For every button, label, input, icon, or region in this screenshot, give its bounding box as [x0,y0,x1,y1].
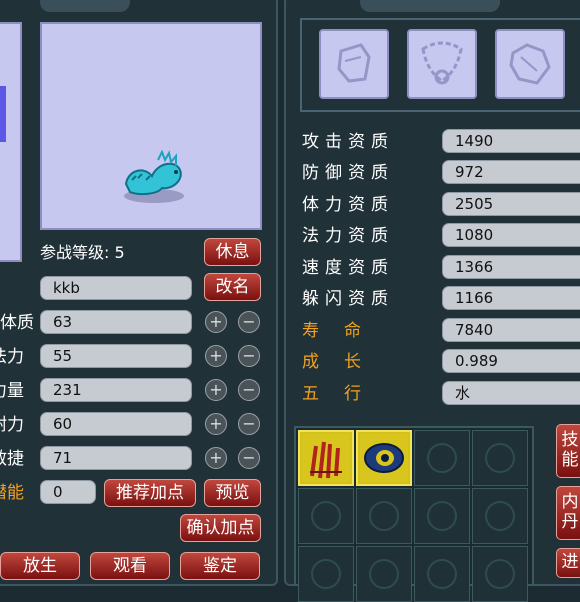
skill-slot-11[interactable] [414,546,470,602]
skills-tab[interactable]: 技能 [556,424,580,478]
potential-label: 潜能 [0,483,24,503]
recommend-points-button[interactable]: 推荐加点 [104,479,196,507]
gauntlet-icon [337,43,371,83]
attr-value-defense: 972 [442,160,580,184]
eye-skill-icon [360,434,408,482]
stat-value-agility: 71 [40,446,192,470]
equip-slot-gauntlet[interactable] [319,29,389,99]
attr-label-dodge: 躲闪资质 [302,289,394,309]
watch-button[interactable]: 观看 [90,552,170,580]
attr-label-mana: 法力资质 [302,226,394,246]
skill-slot-7[interactable] [414,488,470,544]
skill-slot-12[interactable] [472,546,528,602]
inner-core-tab[interactable]: 内丹 [556,486,580,540]
stat-value-constitution: 63 [40,310,192,334]
pet-name-input[interactable]: kkb [40,276,192,300]
attr-value-dodge: 1166 [442,286,580,310]
attr-label-attack: 攻击资质 [302,132,394,152]
lifespan-value: 7840 [442,318,580,342]
endurance-minus-button[interactable]: − [238,413,260,435]
growth-value: 0.989 [442,349,580,373]
skill-slot-8[interactable] [472,488,528,544]
skill-slot-1[interactable] [298,430,354,486]
attr-label-speed: 速度资质 [302,258,394,278]
stat-value-endurance: 60 [40,412,192,436]
battle-level-label: 参战等级: 5 [40,243,125,262]
claw-skill-icon [302,434,350,482]
stat-value-magic: 55 [40,344,192,368]
potential-value: 0 [40,480,96,504]
right-title-tab [360,0,500,12]
pet-list-selected-item[interactable] [0,86,6,142]
rest-button[interactable]: 休息 [204,238,261,266]
appraise-button[interactable]: 鉴定 [180,552,260,580]
armor-icon [509,43,551,85]
skill-slot-2[interactable] [356,430,412,486]
stat-value-strength: 231 [40,378,192,402]
stat-label-constitution: 体质 [0,313,34,333]
strength-minus-button[interactable]: − [238,379,260,401]
left-title-tab [40,0,130,12]
stat-label-endurance: 耐力 [0,415,24,435]
confirm-points-button[interactable]: 确认加点 [180,514,261,542]
attr-label-stamina: 体力资质 [302,195,394,215]
attr-value-mana: 1080 [442,223,580,247]
stat-label-agility: 敏捷 [0,449,24,469]
necklace-icon [421,41,463,85]
skill-slot-5[interactable] [298,488,354,544]
magic-minus-button[interactable]: − [238,345,260,367]
attr-value-speed: 1366 [442,255,580,279]
magic-plus-button[interactable]: + [205,345,227,367]
equip-slot-necklace[interactable] [407,29,477,99]
pet-sprite-dragon [124,150,184,203]
strength-plus-button[interactable]: + [205,379,227,401]
stat-label-magic: 法力 [0,347,24,367]
pet-preview [40,22,262,230]
attr-value-stamina: 2505 [442,192,580,216]
agility-plus-button[interactable]: + [205,447,227,469]
skill-slot-3[interactable] [414,430,470,486]
lifespan-label: 寿 命 [302,321,365,341]
attr-value-attack: 1490 [442,129,580,153]
skill-slot-10[interactable] [356,546,412,602]
skill-slot-9[interactable] [298,546,354,602]
constitution-minus-button[interactable]: − [238,311,260,333]
pet-list[interactable] [0,22,22,262]
constitution-plus-button[interactable]: + [205,311,227,333]
rename-button[interactable]: 改名 [204,273,261,301]
element-value: 水 [442,381,580,405]
advance-tab[interactable]: 进 [556,548,580,578]
agility-minus-button[interactable]: − [238,447,260,469]
skill-slot-6[interactable] [356,488,412,544]
endurance-plus-button[interactable]: + [205,413,227,435]
preview-button[interactable]: 预览 [204,479,261,507]
growth-label: 成 长 [302,352,365,372]
attr-label-defense: 防御资质 [302,163,394,183]
skill-slot-4[interactable] [472,430,528,486]
stat-label-strength: 力量 [0,381,24,401]
equip-slot-armor[interactable] [495,29,565,99]
element-label: 五 行 [302,384,365,404]
release-button[interactable]: 放生 [0,552,80,580]
